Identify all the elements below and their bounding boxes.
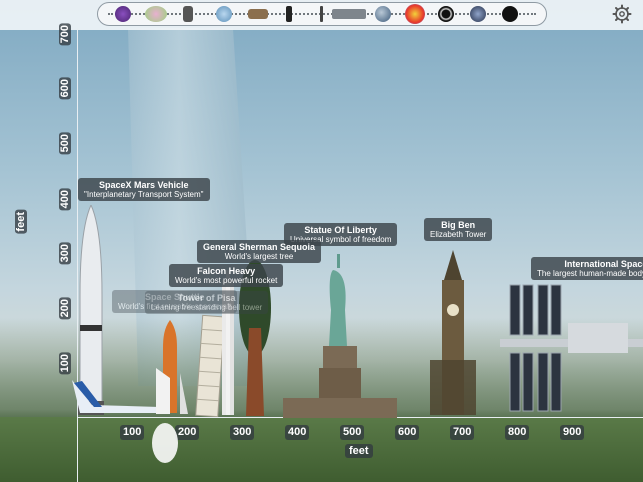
earth-icon[interactable] — [375, 6, 391, 22]
label-subtitle: "Interplanetary Transport System" — [84, 190, 204, 199]
label-title: Big Ben — [441, 220, 476, 230]
label-title: International Space Station — [564, 259, 643, 269]
building-icon[interactable] — [320, 6, 323, 22]
y-tick-200: 200 — [59, 297, 71, 320]
label-spacex-mars-vehicle[interactable]: SpaceX Mars Vehicle "Interplanetary Tran… — [78, 178, 210, 201]
galaxy-icon[interactable] — [438, 6, 454, 22]
rocket-exhaust — [152, 423, 178, 463]
y-tick-100: 100 — [59, 352, 71, 375]
space-shuttle-image[interactable] — [148, 318, 192, 418]
gear-icon[interactable] — [612, 4, 632, 24]
label-subtitle: Leaning freestanding bell tower — [151, 303, 263, 312]
virus-icon[interactable] — [115, 6, 131, 22]
label-title: SpaceX Mars Vehicle — [98, 180, 189, 190]
person-icon[interactable] — [286, 6, 292, 22]
y-tick-300: 300 — [59, 242, 71, 265]
label-title: General Sherman Sequoia — [203, 242, 316, 252]
label-tower-of-pisa[interactable]: Tower of Pisa Leaning freestanding bell … — [145, 291, 269, 314]
label-title: Tower of Pisa — [177, 293, 236, 303]
label-subtitle: World's largest tree — [224, 252, 294, 261]
big-ben-image[interactable] — [430, 250, 476, 415]
label-falcon-heavy[interactable]: Falcon Heavy World's most powerful rocke… — [169, 264, 284, 287]
x-tick-300: 300 — [230, 425, 255, 440]
label-big-ben[interactable]: Big Ben Elizabeth Tower — [424, 218, 493, 241]
x-tick-800: 800 — [505, 425, 530, 440]
vehicle-icon[interactable] — [248, 9, 268, 19]
statue-of-liberty-image[interactable] — [283, 250, 397, 418]
top-toolbar — [0, 0, 643, 30]
y-tick-600: 600 — [59, 77, 71, 100]
label-general-sherman-sequoia[interactable]: General Sherman Sequoia World's largest … — [197, 240, 322, 263]
label-subtitle: The largest human-made body in low Earth… — [537, 269, 643, 278]
label-title: Statue Of Liberty — [304, 225, 377, 235]
ground — [0, 417, 643, 482]
scale-scene[interactable]: 700 600 500 400 300 200 100 feet 100 200… — [0, 0, 643, 482]
cells-icon[interactable] — [145, 6, 167, 22]
creature-icon[interactable] — [216, 6, 232, 22]
x-tick-400: 400 — [285, 425, 310, 440]
x-tick-700: 700 — [450, 425, 475, 440]
label-international-space-station[interactable]: International Space Station The largest … — [531, 257, 643, 280]
y-tick-400: 400 — [59, 188, 71, 211]
label-subtitle: World's most powerful rocket — [175, 276, 278, 285]
city-icon[interactable] — [332, 9, 366, 19]
x-axis-label: feet — [345, 444, 373, 458]
label-title: Falcon Heavy — [197, 266, 256, 276]
insect-icon[interactable] — [183, 6, 193, 22]
y-tick-500: 500 — [59, 132, 71, 155]
universe-icon[interactable] — [502, 6, 518, 22]
y-axis-label: feet — [15, 210, 27, 234]
x-tick-100: 100 — [120, 425, 145, 440]
tower-of-pisa-image[interactable] — [193, 312, 223, 417]
international-space-station-image[interactable] — [500, 283, 643, 413]
x-tick-900: 900 — [560, 425, 585, 440]
x-tick-600: 600 — [395, 425, 420, 440]
y-tick-700: 700 — [59, 23, 71, 46]
sun-icon[interactable] — [405, 4, 425, 24]
x-tick-500: 500 — [340, 425, 365, 440]
scale-selector[interactable] — [97, 2, 547, 26]
label-subtitle: Elizabeth Tower — [430, 230, 487, 239]
nebula-icon[interactable] — [470, 6, 486, 22]
